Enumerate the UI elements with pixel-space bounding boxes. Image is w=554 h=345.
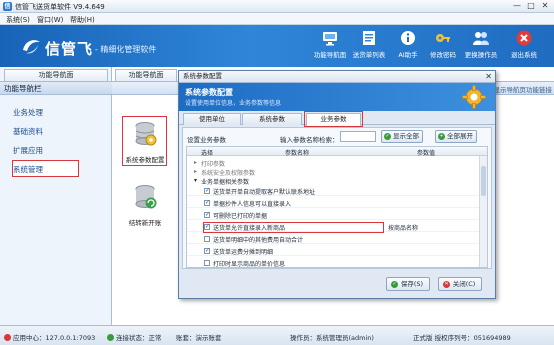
dialog-banner-title: 系统参数配置	[185, 88, 233, 97]
grid-scrollbar[interactable]	[479, 156, 487, 267]
status-bar: 应用中心：127.0.0.1:7093 连接状态：正常 账套：演示账套 操作员：…	[0, 325, 554, 345]
status-operator: 操作员：系统管理员(admin)	[290, 334, 374, 342]
collapse-arrow-icon: ▾	[194, 177, 198, 184]
nav-link-toggle[interactable]: 显示导航页功能链接	[494, 84, 553, 94]
database-refresh-icon	[135, 185, 157, 209]
header-banner: 信管飞 - 精细化管理软件 功能导航面 送货单列表 AI助手 修改密码 更换操作…	[0, 25, 554, 67]
ai-assistant-button[interactable]: AI助手	[392, 29, 424, 65]
brand-logo-icon	[23, 40, 40, 54]
tab-system-params[interactable]: 系统参数	[242, 113, 302, 125]
dialog-banner-subtitle: 设置使用单位信息，业务参数等信息	[185, 100, 282, 107]
system-params-dialog: 系统参数配置 ✕ 系统参数配置 设置使用单位信息，业务参数等信息 使用单位 系统…	[178, 70, 496, 299]
brand-slogan: - 精细化管理软件	[95, 45, 157, 54]
exit-icon	[516, 30, 532, 46]
status-app-center: 应用中心：127.0.0.1:7093	[4, 332, 95, 342]
status-connection: 连接状态：正常	[107, 332, 162, 342]
param-checkbox[interactable]	[204, 211, 210, 218]
show-all-button[interactable]: ✓ 显示全部	[381, 130, 423, 143]
expand-arrow-icon: ▸	[194, 159, 198, 166]
dialog-body: 设置业务参数 输入参数名称检索： ✓ 显示全部 + 全部展开 选择 参数名称 参…	[182, 127, 492, 269]
param-checkbox[interactable]	[204, 260, 210, 266]
menu-help[interactable]: 帮助(H)	[70, 15, 95, 25]
title-bar: 信 信管飞送货单软件 V9.4.649 — □ ✕	[0, 0, 554, 13]
dialog-banner: 系统参数配置 设置使用单位信息，业务参数等信息	[179, 83, 495, 111]
close-button[interactable]: ✕ 关闭(C)	[438, 277, 482, 291]
params-grid: 选择 参数名称 参数值 ▸ 打印参数 ▸ 系统安全及权限参数 ▾ 业务单据相关参…	[186, 146, 488, 268]
minimize-button[interactable]: —	[510, 1, 524, 11]
scrollbar-thumb[interactable]	[481, 166, 486, 196]
param-row[interactable]: 送货单开单自动提取客户默认联系地址	[187, 186, 479, 196]
close-window-button[interactable]: ✕	[538, 1, 552, 11]
param-search-input[interactable]	[340, 131, 376, 142]
nav-item-basic-data[interactable]: 基础资料	[13, 126, 43, 137]
nav-item-extensions[interactable]: 扩展应用	[13, 145, 43, 156]
database-settings-icon	[135, 122, 157, 146]
group-business-doc-params[interactable]: ▾ 业务单据相关参数	[187, 176, 479, 186]
left-panel-tab[interactable]: 功能导航面	[4, 69, 108, 81]
status-account: 账套：演示账套	[176, 334, 222, 342]
save-button[interactable]: ✓ 保存(S)	[386, 277, 430, 291]
content-tab[interactable]: 功能导航面	[115, 69, 177, 81]
check-icon: ✓	[384, 133, 391, 140]
param-row[interactable]: 送货单明细中的其他费用自动合计	[187, 234, 479, 244]
param-checkbox[interactable]	[204, 187, 210, 194]
delivery-list-button[interactable]: 送货单列表	[350, 29, 388, 65]
col-param-name: 参数名称	[285, 150, 310, 157]
dialog-title: 系统参数配置	[179, 71, 495, 83]
info-icon	[401, 31, 415, 45]
exit-system-button[interactable]: 退出系统	[507, 29, 541, 65]
menu-system[interactable]: 系统(S)	[6, 15, 30, 25]
group-security-params[interactable]: ▸ 系统安全及权限参数	[187, 167, 479, 177]
year-end-rollover-item[interactable]: 结转新开账	[124, 182, 166, 227]
param-row[interactable]: 打印时显示商品的单价信息	[187, 258, 479, 267]
param-checkbox[interactable]	[204, 236, 210, 242]
close-x-icon: ✕	[443, 281, 450, 288]
expand-all-button[interactable]: + 全部展开	[435, 130, 477, 143]
col-select: 选择	[201, 150, 214, 157]
param-row[interactable]: 单据抄件人信息可以直接录入	[187, 198, 479, 208]
users-icon	[473, 32, 489, 45]
row-selection-highlight	[203, 222, 384, 233]
maximize-button[interactable]: □	[524, 1, 538, 11]
param-checkbox[interactable]	[204, 199, 210, 206]
group-print-params[interactable]: ▸ 打印参数	[187, 158, 479, 168]
nav-item-business[interactable]: 业务处理	[13, 107, 43, 118]
param-row[interactable]: 送货单运费分摊到明细	[187, 246, 479, 256]
window-title: 信管飞送货单软件 V9.4.649	[15, 3, 105, 11]
search-label: 输入参数名称检索：	[280, 136, 339, 144]
plus-icon: +	[438, 133, 445, 140]
brand-name: 信管飞	[45, 40, 94, 58]
save-check-icon: ✓	[391, 281, 398, 288]
switch-operator-button[interactable]: 更换操作员	[462, 29, 500, 65]
gear-icon	[462, 85, 486, 109]
tab-company-info[interactable]: 使用单位	[183, 113, 241, 125]
menu-bar: 系统(S) 窗口(W) 帮助(H)	[0, 13, 554, 25]
param-checkbox[interactable]	[204, 247, 210, 254]
param-row[interactable]: 可删除已打印的单据	[187, 210, 479, 220]
app-icon: 信	[3, 2, 12, 11]
system-params-item[interactable]: 系统参数配置	[124, 119, 166, 164]
key-icon	[436, 34, 450, 42]
status-license: 正式版 授权序列号：051694989	[413, 334, 511, 342]
server-status-icon	[4, 334, 11, 341]
dialog-close-icon[interactable]: ✕	[485, 72, 492, 82]
list-icon	[363, 31, 375, 45]
tab-selection-highlight	[304, 111, 363, 127]
left-panel-heading: 功能导航栏	[0, 81, 112, 95]
section-label: 设置业务参数	[187, 136, 226, 144]
left-nav-panel: 功能导航面 功能导航栏 业务处理 基础资料 扩展应用 系统管理	[0, 67, 112, 325]
grid-header: 选择 参数名称 参数值	[187, 147, 487, 157]
expand-arrow-icon: ▸	[194, 168, 198, 175]
menu-window[interactable]: 窗口(W)	[37, 15, 63, 25]
change-password-button[interactable]: 修改密码	[427, 29, 459, 65]
col-param-value: 参数值	[417, 150, 436, 157]
nav-item-system-management[interactable]: 系统管理	[13, 164, 43, 175]
connection-ok-icon	[107, 334, 114, 341]
monitor-icon	[323, 32, 337, 46]
nav-panel-button[interactable]: 功能导航面	[311, 29, 349, 65]
